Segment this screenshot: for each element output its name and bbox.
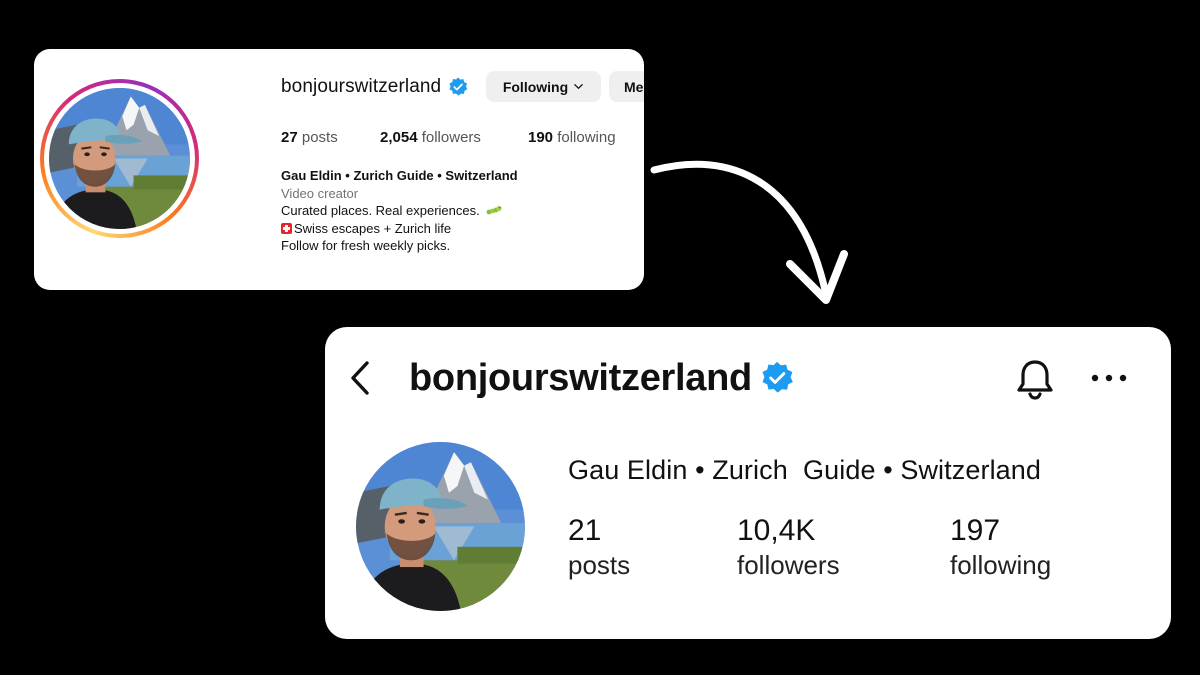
bio-category: Video creator bbox=[281, 185, 359, 201]
desktop-profile-card: bonjourswitzerland Following Me 27 posts… bbox=[34, 49, 644, 290]
caterpillar-icon bbox=[486, 205, 502, 215]
mobile-stat-followers[interactable]: 10,4K followers bbox=[737, 513, 840, 581]
username-row: bonjourswitzerland bbox=[281, 71, 468, 103]
bio-line-2-text: Swiss escapes + Zurich life bbox=[294, 220, 452, 236]
bio-line-3: Follow for fresh weekly picks. bbox=[281, 238, 451, 253]
stat-followers[interactable]: 2,054 followers bbox=[380, 129, 481, 146]
story-ring[interactable] bbox=[40, 79, 199, 238]
bio-name: Gau Eldin • Zurich Guide • Switzerland bbox=[281, 168, 518, 183]
stat-following-value: 190 bbox=[528, 129, 554, 146]
stat-posts: 27 posts bbox=[281, 129, 338, 146]
bell-icon[interactable] bbox=[1015, 357, 1055, 401]
message-button[interactable]: Me bbox=[609, 71, 644, 102]
stat-following[interactable]: 190 following bbox=[528, 129, 616, 146]
mobile-profile-card: bonjourswitzerland Gau Eldin • Zurich Gu… bbox=[325, 327, 1171, 639]
username: bonjourswitzerland bbox=[281, 76, 442, 97]
mobile-stat-posts[interactable]: 21 posts bbox=[568, 513, 630, 581]
chevron-down-icon bbox=[574, 84, 583, 89]
mobile-stat-following-label: following bbox=[950, 550, 1052, 580]
stat-posts-label: posts bbox=[301, 129, 338, 146]
mobile-stat-followers-label: followers bbox=[737, 550, 840, 580]
mobile-stat-following[interactable]: 197 following bbox=[950, 513, 1051, 581]
mobile-profile-avatar[interactable] bbox=[356, 442, 525, 611]
profile-bio: Gau Eldin • Zurich Guide • Switzerland V… bbox=[281, 167, 518, 255]
message-button-label: Me bbox=[624, 78, 644, 95]
stat-posts-value: 27 bbox=[281, 129, 298, 146]
verified-badge-icon bbox=[448, 77, 468, 97]
mobile-username: bonjourswitzerland bbox=[409, 356, 752, 399]
stat-followers-label: followers bbox=[421, 129, 481, 146]
mobile-stat-posts-value: 21 bbox=[568, 514, 602, 547]
profile-avatar[interactable] bbox=[49, 88, 190, 229]
mobile-stat-posts-label: posts bbox=[568, 550, 631, 580]
mobile-username-row: bonjourswitzerland bbox=[409, 351, 794, 405]
following-button-label: Following bbox=[502, 78, 569, 95]
chevron-left-icon[interactable] bbox=[347, 357, 375, 399]
verified-badge-icon bbox=[760, 361, 794, 395]
mobile-stat-following-value: 197 bbox=[950, 514, 1001, 547]
stat-following-label: following bbox=[557, 129, 616, 146]
more-dots-icon[interactable] bbox=[1089, 372, 1129, 384]
bio-line-1-text: Curated places. Real experiences. bbox=[281, 203, 480, 218]
curved-arrow-icon bbox=[650, 160, 848, 304]
mobile-display-name: Gau Eldin • Zurich Guide • Switzerland bbox=[568, 455, 1042, 485]
bio-line-2: Swiss escapes + Zurich life bbox=[281, 220, 518, 238]
bio-line-1: Curated places. Real experiences. bbox=[281, 202, 518, 220]
swiss-flag-icon bbox=[281, 222, 292, 234]
stat-followers-value: 2,054 bbox=[380, 129, 418, 146]
following-button[interactable]: Following bbox=[486, 71, 601, 102]
mobile-stat-followers-value: 10,4K bbox=[737, 514, 816, 547]
